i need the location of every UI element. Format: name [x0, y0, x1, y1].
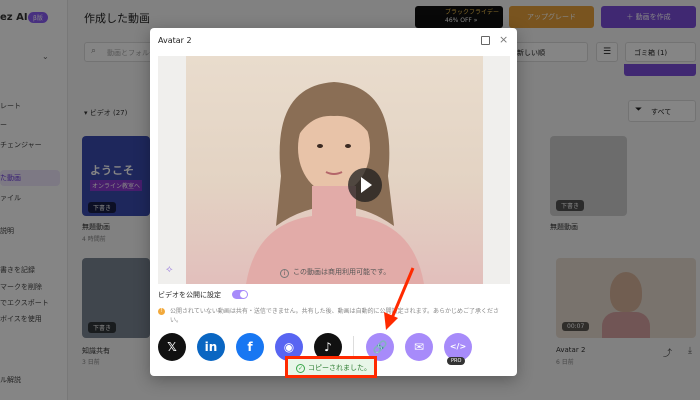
copied-toast: ✓ コピーされました。 — [285, 356, 377, 378]
annotation-arrow — [384, 267, 415, 330]
check-icon: ✓ — [296, 364, 305, 373]
toast-text: コピーされました。 — [308, 364, 371, 372]
